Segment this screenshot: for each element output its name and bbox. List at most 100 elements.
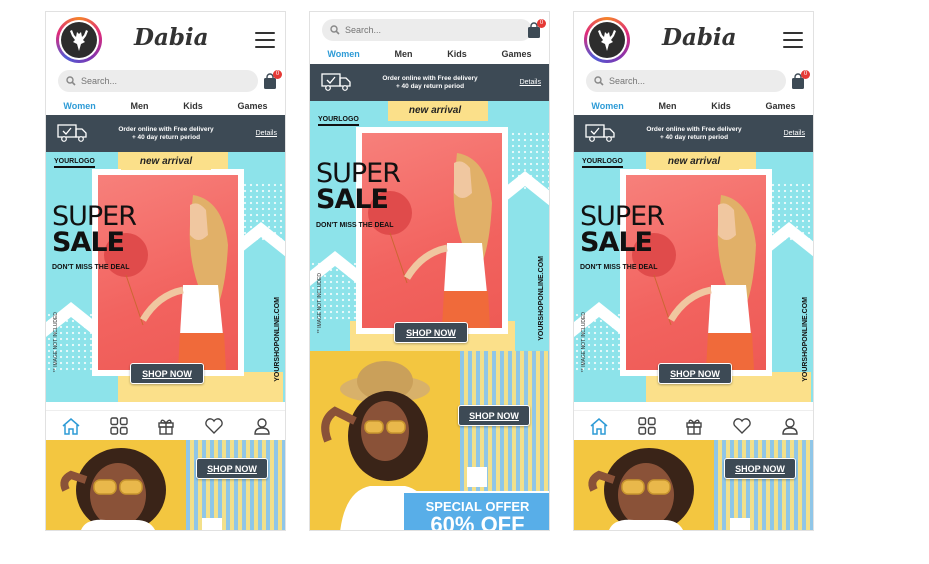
tab-men[interactable]: Men (388, 46, 418, 62)
search-input[interactable] (345, 25, 505, 35)
shop-url-text: YOURSHOPONLINE.COM (538, 256, 545, 341)
phone-screen-1: Dabia 0 Women Men Kids Games Order onlin… (45, 11, 286, 531)
heart-icon[interactable] (732, 417, 752, 435)
cart-button[interactable]: 0 (263, 70, 282, 91)
tab-women[interactable]: Women (575, 98, 641, 118)
your-logo-text: YOURLOGO (54, 158, 95, 168)
shop-now-button[interactable]: SHOP NOW (130, 363, 204, 384)
tab-games[interactable]: Games (232, 98, 274, 114)
super-sale-hero: YOURLOGO new arrival SUPER SALE DON'T MIS… (574, 152, 813, 402)
delivery-text: Order online with Free delivery + 40 day … (382, 74, 478, 90)
gift-icon[interactable] (685, 417, 703, 435)
stripe-pattern (714, 440, 813, 530)
your-logo-text: YOURLOGO (318, 116, 359, 126)
tab-women[interactable]: Women (311, 46, 377, 66)
search-icon (330, 25, 340, 35)
shop-now-button[interactable]: SHOP NOW (724, 458, 796, 479)
delivery-truck-icon (57, 124, 87, 142)
shop-now-button[interactable]: SHOP NOW (394, 322, 468, 343)
woman-with-sunglasses-image (588, 448, 694, 530)
home-icon[interactable] (589, 417, 609, 435)
search-input[interactable] (609, 76, 769, 86)
cart-count-badge: 0 (537, 19, 546, 28)
bottom-navigation (574, 410, 813, 440)
search-bar[interactable] (58, 70, 258, 92)
user-icon[interactable] (781, 417, 799, 435)
phone-screen-2: 0 Women Men Kids Games Order online with… (309, 11, 550, 531)
category-tabs: Women Men Kids Games (310, 44, 549, 66)
category-tabs: Women Men Kids Games (574, 96, 813, 118)
delivery-text: Order online with Free delivery + 40 day … (646, 125, 742, 141)
new-arrival-label: new arrival (121, 154, 211, 170)
brand-logo[interactable] (56, 17, 102, 63)
details-link[interactable]: Details (256, 130, 277, 137)
search-bar[interactable] (322, 19, 532, 41)
home-icon[interactable] (61, 417, 81, 435)
gift-icon[interactable] (157, 417, 175, 435)
disclaimer-text: ** IMAGE NOT INCLUDED (53, 312, 59, 373)
dont-miss-tagline: DON'T MISS THE DEAL (316, 222, 394, 229)
shop-url-text: YOURSHOPONLINE.COM (802, 297, 809, 382)
cart-count-badge: 0 (801, 70, 810, 79)
grid-icon[interactable] (109, 416, 128, 435)
app-header: Dabia (46, 12, 285, 68)
shop-now-button[interactable]: SHOP NOW (196, 458, 268, 479)
discount-text: 60% OFF (430, 512, 525, 531)
details-link[interactable]: Details (784, 130, 805, 137)
new-arrival-label: new arrival (649, 154, 739, 170)
stripe-pattern (186, 440, 285, 530)
cart-button[interactable]: 0 (791, 70, 810, 91)
white-block (202, 518, 222, 530)
brand-logo[interactable] (584, 17, 630, 63)
bottom-navigation (46, 410, 285, 440)
grid-icon[interactable] (637, 416, 656, 435)
woman-with-sunglasses-image (60, 448, 166, 530)
search-bar[interactable] (586, 70, 786, 92)
dont-miss-tagline: DON'T MISS THE DEAL (580, 264, 658, 271)
delivery-truck-icon (585, 124, 615, 142)
tab-kids[interactable]: Kids (177, 98, 209, 114)
tab-women[interactable]: Women (47, 98, 113, 118)
deer-icon (70, 30, 88, 51)
tab-games[interactable]: Games (496, 46, 538, 62)
tab-men[interactable]: Men (124, 98, 154, 114)
disclaimer-text: ** IMAGE NOT INCLUDED (317, 273, 323, 334)
tab-men[interactable]: Men (652, 98, 682, 114)
tab-kids[interactable]: Kids (441, 46, 473, 62)
white-block (467, 467, 487, 487)
deer-icon (598, 30, 616, 51)
search-icon (66, 76, 76, 86)
heart-icon[interactable] (204, 417, 224, 435)
summer-promo-banner: SHOP NOW SPECIAL OFFER 60% OFF (310, 351, 549, 531)
new-arrival-label: new arrival (390, 103, 480, 119)
details-link[interactable]: Details (520, 79, 541, 86)
cart-button[interactable]: 0 (527, 19, 546, 40)
disclaimer-text: ** IMAGE NOT INCLUDED (581, 312, 587, 373)
search-icon (594, 76, 604, 86)
delivery-text: Order online with Free delivery + 40 day … (118, 125, 214, 141)
shop-now-button[interactable]: SHOP NOW (458, 405, 530, 426)
delivery-truck-icon (321, 73, 351, 91)
shop-url-text: YOURSHOPONLINE.COM (274, 297, 281, 382)
super-sale-heading: SUPER SALE (580, 201, 665, 258)
shop-now-button[interactable]: SHOP NOW (658, 363, 732, 384)
phone-screen-3: Dabia 0 Women Men Kids Games Order onlin… (573, 11, 814, 531)
tab-kids[interactable]: Kids (705, 98, 737, 114)
user-icon[interactable] (253, 417, 271, 435)
delivery-banner: Order online with Free delivery + 40 day … (574, 115, 813, 152)
hamburger-menu-icon[interactable] (783, 32, 803, 48)
cart-count-badge: 0 (273, 70, 282, 79)
super-sale-hero: YOURLOGO new arrival SUPER SALE DON'T MIS… (310, 101, 549, 351)
your-logo-text: YOURLOGO (582, 158, 623, 168)
hamburger-menu-icon[interactable] (255, 32, 275, 48)
super-sale-heading: SUPER SALE (316, 158, 401, 215)
tab-games[interactable]: Games (760, 98, 802, 114)
super-sale-hero: YOURLOGO new arrival SUPER SALE DON'T MIS… (46, 152, 285, 402)
summer-promo-banner: SHOP NOW (574, 440, 813, 530)
summer-promo-banner: SHOP NOW (46, 440, 285, 530)
brand-name: Dabia (662, 24, 737, 51)
delivery-banner: Order online with Free delivery + 40 day … (46, 115, 285, 152)
delivery-banner: Order online with Free delivery + 40 day … (310, 64, 549, 101)
search-input[interactable] (81, 76, 241, 86)
brand-name: Dabia (134, 24, 209, 51)
